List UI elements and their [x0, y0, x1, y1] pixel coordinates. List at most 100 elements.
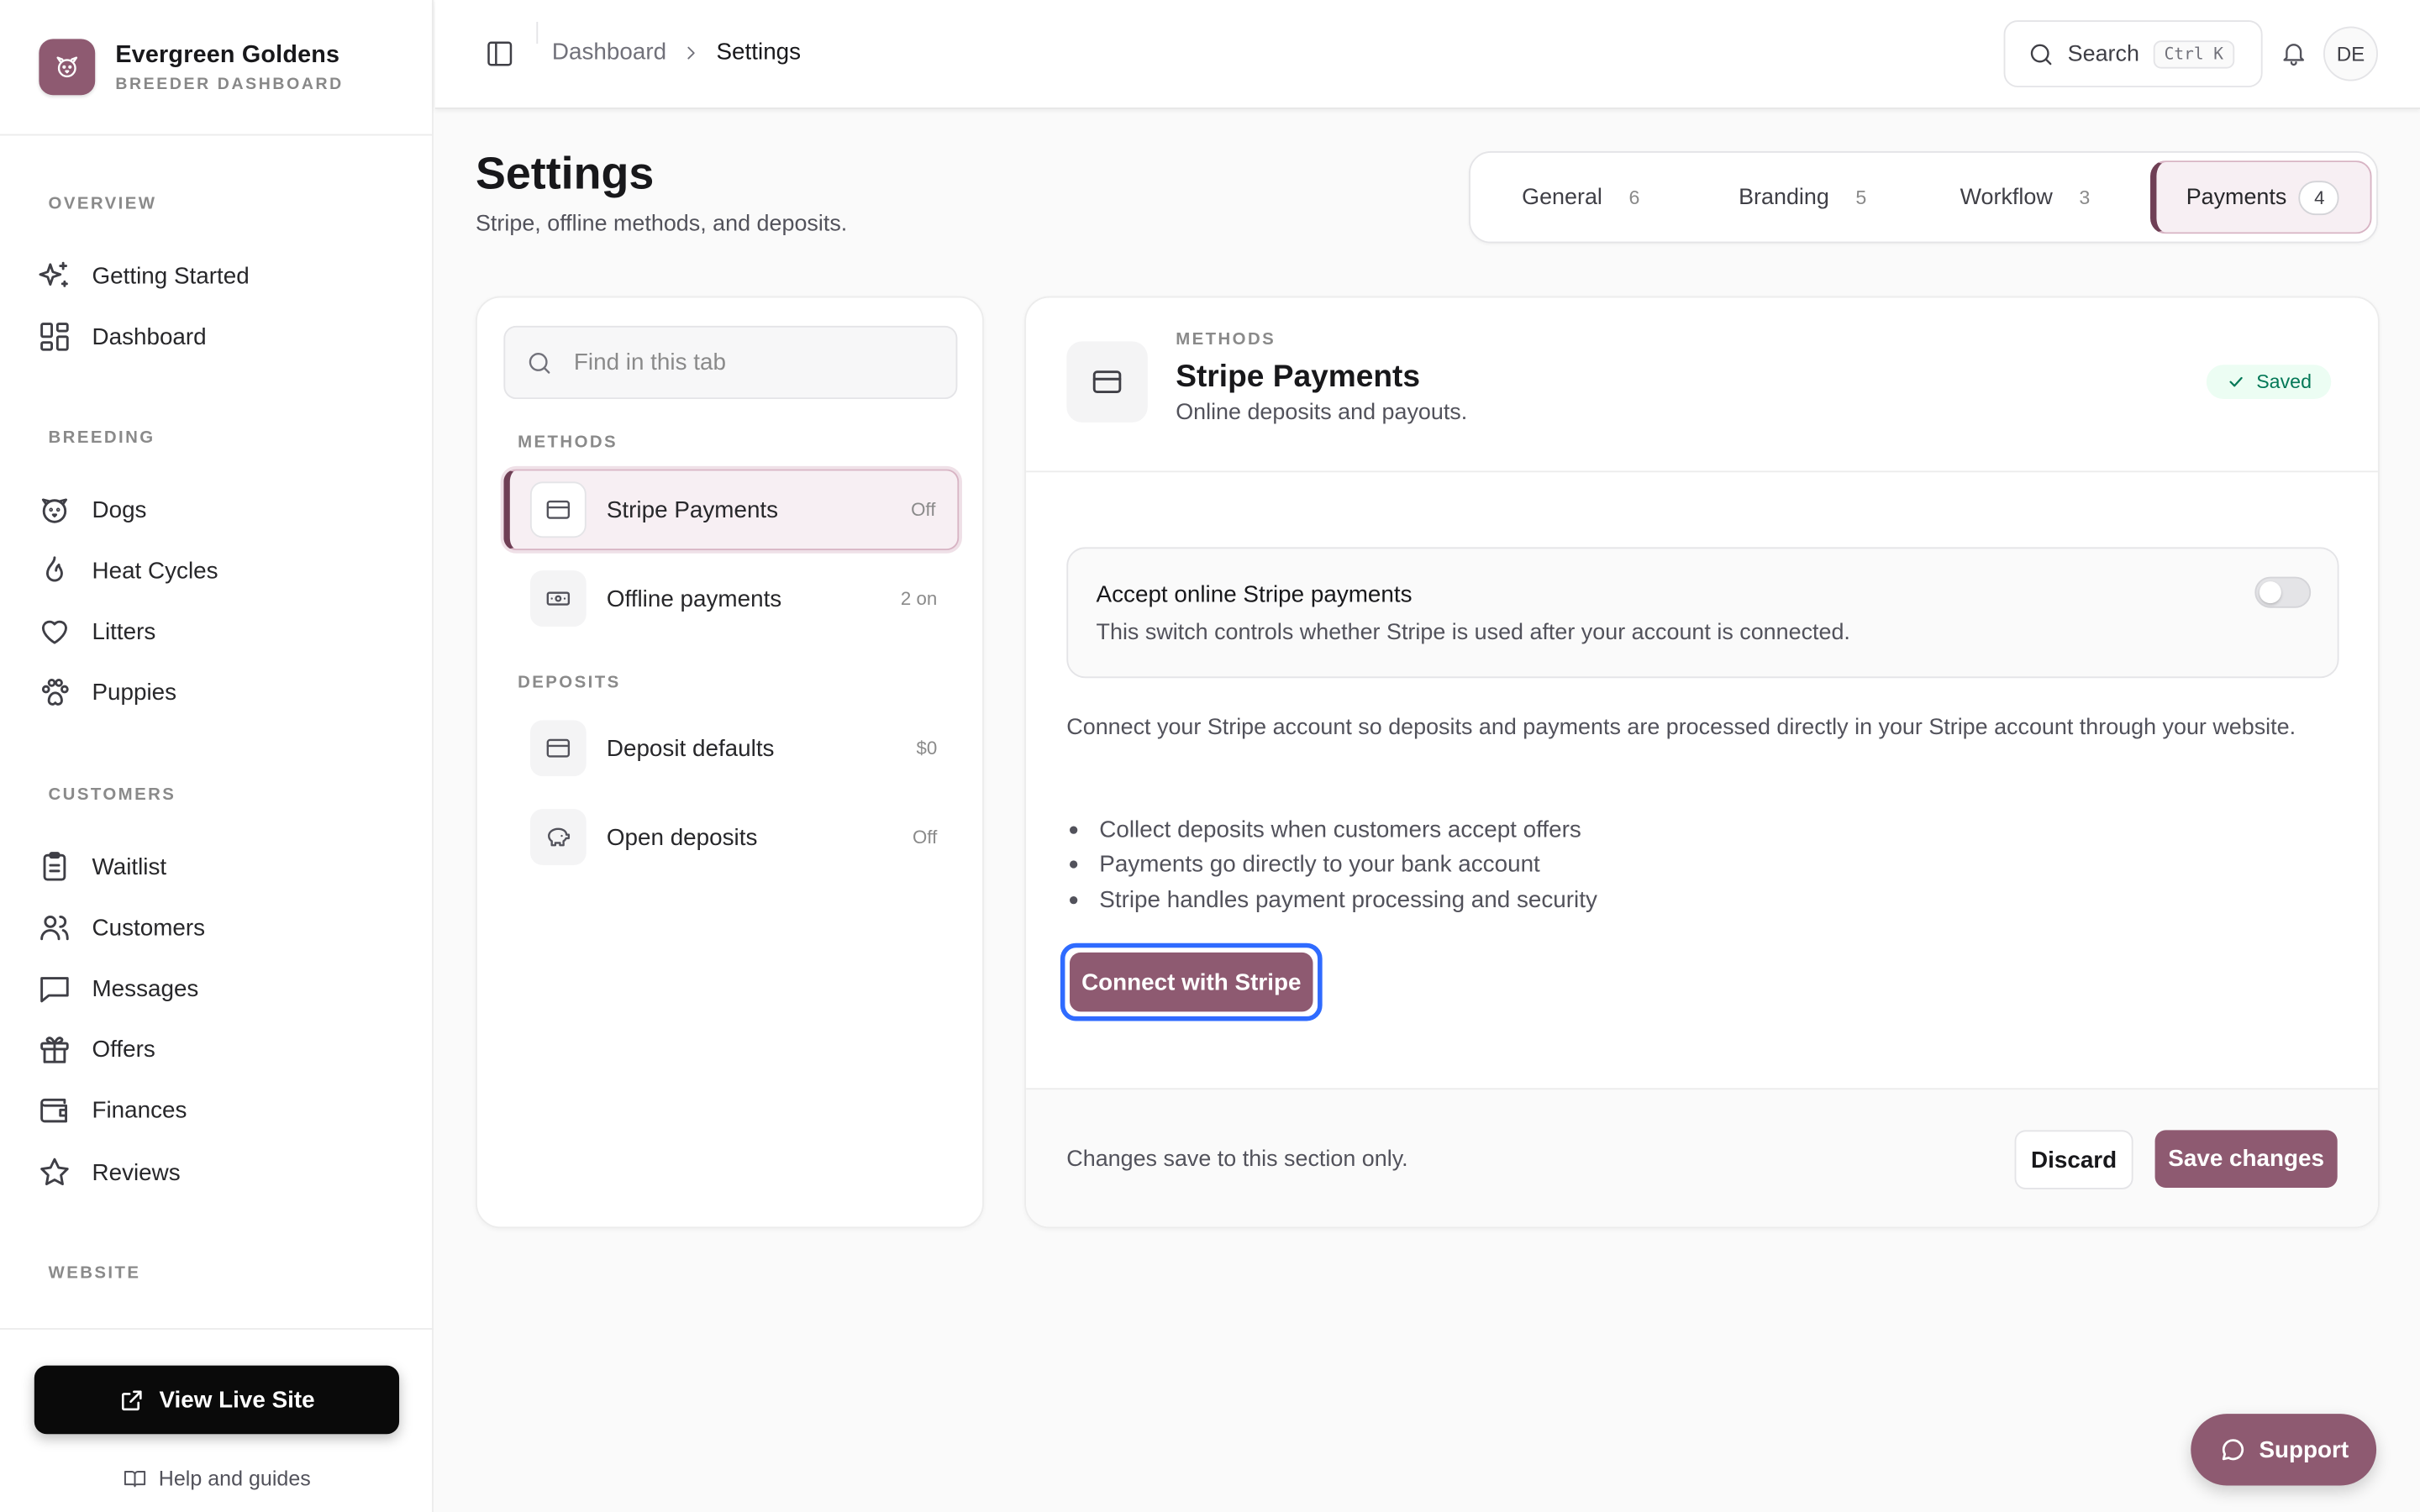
brand-subtitle: BREEDER DASHBOARD	[115, 74, 344, 93]
sidebar-item-offers[interactable]: Offers	[38, 1024, 155, 1074]
nav-heading-breeding: BREEDING	[48, 428, 155, 448]
footer-note: Changes save to this section only.	[1066, 1147, 1408, 1173]
sidebar: Evergreen Goldens BREEDER DASHBOARD OVER…	[0, 0, 434, 1512]
nav-heading-customers: CUSTOMERS	[48, 785, 176, 805]
group-label-deposits: DEPOSITS	[518, 673, 621, 692]
topbar: Dashboard Settings Search Ctrl K DE	[434, 0, 2420, 109]
heart-icon	[41, 620, 68, 644]
sidebar-item-label: Waitlist	[92, 853, 167, 880]
sidebar-item-reviews[interactable]: Reviews	[38, 1147, 181, 1197]
list-item: Payments go directly to your bank accoun…	[1066, 848, 1597, 883]
page-title: Settings	[475, 150, 655, 200]
page-subtitle: Stripe, offline methods, and deposits.	[475, 212, 848, 238]
tab-label: Branding	[1739, 184, 1829, 210]
list-item-open-deposits[interactable]: Open deposits Off	[503, 796, 959, 877]
panel-description: Online deposits and payouts.	[1176, 400, 1468, 426]
sidebar-item-getting-started[interactable]: Getting Started	[38, 251, 250, 301]
sidebar-item-label: Offers	[92, 1036, 155, 1063]
sidebar-item-waitlist[interactable]: Waitlist	[38, 842, 167, 891]
search-icon	[2030, 43, 2052, 65]
clipboard-icon	[43, 852, 66, 881]
dog-icon	[41, 498, 68, 523]
view-live-site-button[interactable]: View Live Site	[34, 1365, 400, 1435]
stripe-toggle-row: Accept online Stripe payments This switc…	[1066, 547, 2339, 679]
sidebar-item-litters[interactable]: Litters	[38, 606, 156, 656]
nav-heading-website: WEBSITE	[48, 1263, 141, 1284]
search-button[interactable]: Search Ctrl K	[2003, 20, 2263, 87]
discard-button[interactable]: Discard	[2014, 1130, 2133, 1189]
help-label: Help and guides	[158, 1467, 311, 1491]
breadcrumb-settings: Settings	[716, 39, 802, 66]
sidebar-item-label: Messages	[92, 974, 199, 1002]
tab-label: General	[1522, 184, 1602, 210]
status-text: 2 on	[900, 587, 938, 610]
tab-workflow[interactable]: Workflow 3	[1960, 153, 2091, 242]
avatar[interactable]: DE	[2323, 26, 2378, 81]
sidebar-toggle-button[interactable]	[485, 39, 514, 68]
find-in-tab-input[interactable]: Find in this tab	[503, 325, 958, 400]
help-and-guides-link[interactable]: Help and guides	[0, 1467, 434, 1490]
panel-header: METHODS Stripe Payments Online deposits …	[1026, 297, 2378, 473]
support-button[interactable]: Support	[2191, 1414, 2377, 1486]
list-item-label: Open deposits	[606, 823, 758, 851]
tab-payments[interactable]: Payments 4	[2150, 160, 2372, 234]
chevron-right-icon	[682, 43, 701, 61]
panel-footer: Changes save to this section only. Disca…	[1026, 1088, 2378, 1227]
benefits-list: Collect deposits when customers accept o…	[1066, 812, 1597, 917]
sidebar-item-heat-cycles[interactable]: Heat Cycles	[38, 545, 218, 595]
check-icon	[2229, 376, 2243, 387]
credit-card-icon	[529, 481, 587, 538]
list-item-offline-payments[interactable]: Offline payments 2 on	[503, 558, 959, 638]
sidebar-item-label: Dashboard	[92, 323, 207, 350]
sidebar-item-label: Litters	[92, 617, 156, 645]
breadcrumb: Dashboard Settings	[552, 39, 801, 66]
view-live-site-label: View Live Site	[159, 1386, 315, 1414]
piggy-bank-icon	[529, 809, 587, 865]
sidebar-item-label: Puppies	[92, 679, 177, 706]
sidebar-item-messages[interactable]: Messages	[38, 963, 199, 1013]
flame-icon	[45, 556, 63, 582]
credit-card-icon	[1066, 341, 1148, 423]
paw-icon	[41, 679, 69, 706]
nav-heading-overview: OVERVIEW	[48, 194, 157, 214]
panel-title: Stripe Payments	[1176, 360, 1421, 395]
sidebar-item-label: Finances	[92, 1096, 187, 1124]
list-item-stripe-payments[interactable]: Stripe Payments Off	[503, 469, 960, 551]
connect-with-stripe-button[interactable]: Connect with Stripe	[1060, 942, 1323, 1021]
dog-face-logo-icon	[39, 39, 96, 96]
list-item-label: Offline payments	[606, 585, 782, 612]
star-icon	[40, 1158, 69, 1186]
sidebar-item-finances[interactable]: Finances	[38, 1085, 187, 1135]
status-text: $0	[916, 737, 938, 759]
tab-branding[interactable]: Branding 5	[1739, 153, 1866, 242]
list-item-deposit-defaults[interactable]: Deposit defaults $0	[503, 707, 959, 788]
sidebar-item-puppies[interactable]: Puppies	[38, 667, 177, 717]
grid-icon	[40, 323, 69, 351]
panel-kicker: METHODS	[1176, 330, 1276, 349]
cash-icon	[529, 570, 587, 627]
sidebar-item-label: Heat Cycles	[92, 557, 218, 584]
status-text: Off	[911, 498, 936, 521]
tab-general[interactable]: General 6	[1522, 153, 1639, 242]
sidebar-item-dogs[interactable]: Dogs	[38, 485, 146, 534]
breadcrumb-dashboard[interactable]: Dashboard	[552, 39, 666, 66]
tab-count: 6	[1628, 186, 1640, 208]
sidebar-item-customers[interactable]: Customers	[38, 902, 205, 952]
list-item-label: Stripe Payments	[606, 496, 779, 523]
sidebar-item-dashboard[interactable]: Dashboard	[38, 312, 207, 361]
sidebar-footer: View Live Site Help and guides	[0, 1328, 434, 1512]
list-item-label: Deposit defaults	[606, 734, 775, 762]
connect-button-label: Connect with Stripe	[1070, 952, 1313, 1012]
sidebar-item-label: Reviews	[92, 1158, 181, 1186]
notifications-button[interactable]	[2280, 39, 2307, 66]
accept-stripe-toggle[interactable]	[2254, 576, 2312, 608]
divider	[536, 21, 539, 44]
credit-card-icon	[529, 720, 587, 777]
gift-icon	[40, 1037, 69, 1063]
book-icon	[124, 1471, 145, 1488]
brand[interactable]: Evergreen Goldens BREEDER DASHBOARD	[0, 0, 433, 136]
search-label: Search	[2067, 41, 2139, 66]
toggle-knob	[2259, 581, 2281, 604]
save-changes-button[interactable]: Save changes	[2154, 1130, 2338, 1189]
support-label: Support	[2259, 1436, 2349, 1463]
